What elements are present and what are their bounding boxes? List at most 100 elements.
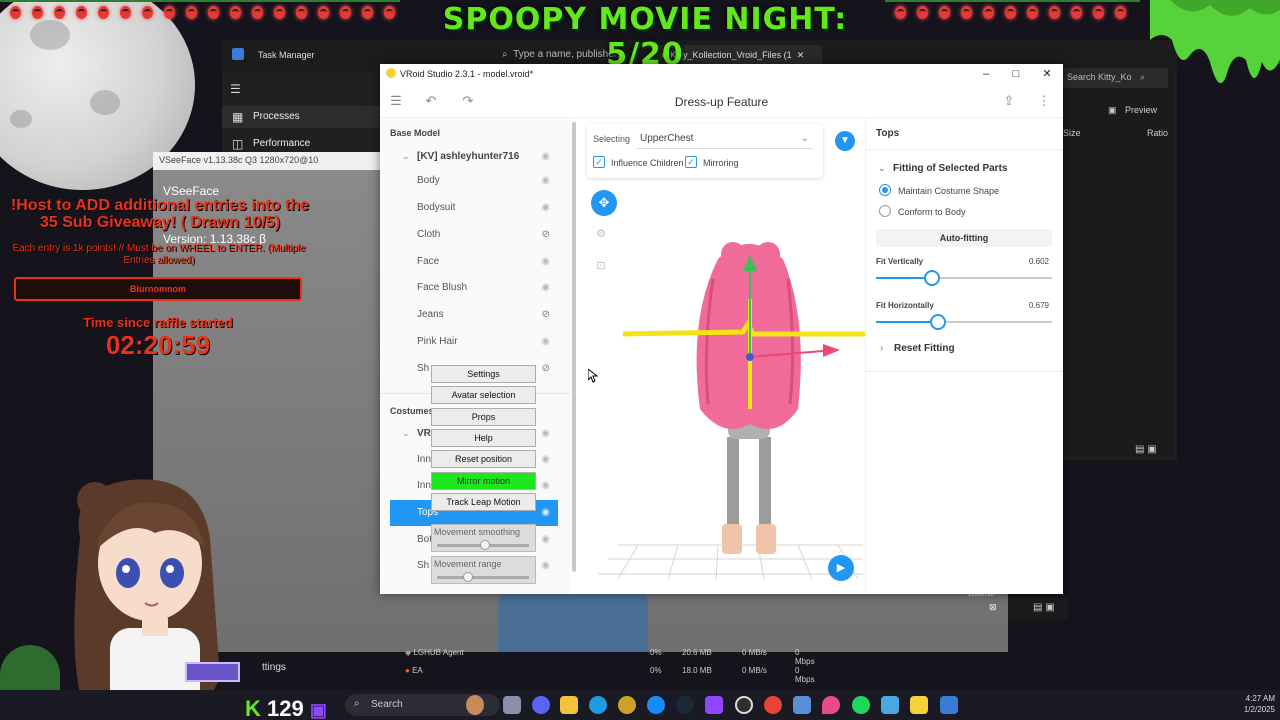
w-app-icon[interactable] (705, 696, 723, 714)
hamburger-icon[interactable]: ☰ (230, 82, 241, 96)
scrollbar-thumb[interactable] (572, 122, 576, 572)
eye-icon[interactable]: ◉ (541, 256, 550, 267)
vroid-icon[interactable] (910, 696, 928, 714)
redo-icon[interactable]: ↷ (460, 93, 476, 109)
props-button[interactable]: Props (431, 408, 536, 426)
eye-off-icon[interactable]: ⊘ (542, 229, 550, 240)
bone-select[interactable]: UpperChest ⌄ (637, 131, 813, 149)
process-row[interactable]: ◆ LGHUB Agent 0% 20.6 MB 0 MB/s 0 Mbps (405, 648, 815, 666)
eye-icon[interactable]: ◉ (541, 454, 550, 465)
tree-item-bodysuit[interactable]: Bodysuit ◉ (390, 195, 558, 221)
clock-date: 1/2/2025 (1243, 705, 1275, 714)
sniping-icon[interactable] (940, 696, 958, 714)
user-avatar[interactable] (466, 695, 484, 715)
move-tool-button[interactable]: ✥ (591, 190, 617, 216)
eye-icon[interactable]: ◉ (541, 282, 550, 293)
chevron-down-icon[interactable]: ⌄ (878, 163, 886, 174)
view-details-icon[interactable]: ▤ ▣ (1033, 602, 1055, 613)
tree-item-jeans[interactable]: Jeans ⊘ (390, 302, 558, 328)
model-viewport[interactable]: ⚙ ⊡ (578, 119, 865, 594)
v-app-icon[interactable] (793, 696, 811, 714)
process-mem: 20.6 MB (682, 648, 712, 657)
vroid-window-title: VRoid Studio 2.3.1 - model.vroid* (400, 69, 534, 79)
tree-item-body[interactable]: Body ◉ (390, 168, 558, 194)
close-button[interactable]: ✕ (1033, 66, 1061, 82)
eye-off-icon[interactable]: ⊘ (542, 363, 550, 374)
reset-fitting-button[interactable]: Reset Fitting (894, 343, 955, 354)
battlenet-icon[interactable] (647, 696, 665, 714)
play-button[interactable]: ▶ (828, 555, 854, 581)
avatar-selection-button[interactable]: Avatar selection (431, 386, 536, 404)
movement-range-control: Movement range (431, 556, 536, 584)
fit-vertically-slider[interactable] (876, 270, 1052, 286)
chevron-down-icon: ⌄ (800, 133, 809, 144)
slider-knob[interactable] (480, 540, 490, 550)
process-name: EA (412, 666, 423, 675)
auto-fitting-button[interactable]: Auto-fitting (876, 229, 1052, 247)
steam-icon[interactable] (676, 696, 694, 714)
file-explorer-icon[interactable] (503, 696, 521, 714)
reset-position-button[interactable]: Reset position (431, 450, 536, 468)
maps-pin-icon[interactable] (822, 696, 840, 714)
maintain-shape-radio[interactable] (879, 184, 891, 196)
settings-button[interactable]: Settings (431, 365, 536, 383)
taskbar-clock[interactable]: 4:27 AM 1/2/2025 (1205, 693, 1275, 715)
discord-icon[interactable] (532, 696, 550, 714)
slider-knob[interactable] (924, 270, 940, 286)
eye-icon[interactable]: ◉ (541, 202, 550, 213)
eye-icon[interactable]: ◉ (541, 534, 550, 545)
tree-scrollbar[interactable] (570, 119, 578, 594)
filter-button[interactable]: ▼ (835, 131, 855, 151)
view-details-icon[interactable]: ▤ ▣ (1135, 444, 1157, 455)
maximize-button[interactable]: □ (1002, 66, 1030, 82)
track-leap-motion-button[interactable]: Track Leap Motion (431, 493, 536, 511)
tree-item-face-blush[interactable]: Face Blush ◉ (390, 275, 558, 301)
slider-knob[interactable] (463, 572, 473, 582)
edge-icon[interactable] (589, 696, 607, 714)
photos-icon[interactable] (881, 696, 899, 714)
eye-icon[interactable]: ◉ (541, 151, 550, 162)
eye-icon[interactable]: ◉ (541, 480, 550, 491)
mirror-motion-button[interactable]: Mirror motion (431, 472, 536, 490)
close-icon[interactable]: ⊠ (989, 602, 997, 613)
more-options-icon[interactable]: ⋮ (1036, 93, 1052, 109)
movement-smoothing-slider[interactable] (437, 540, 529, 550)
tree-item-cloth[interactable]: Cloth ⊘ (390, 222, 558, 248)
tree-item-face[interactable]: Face ◉ (390, 249, 558, 275)
influence-children-checkbox[interactable]: ✓ (593, 156, 605, 168)
banner-title: SPOOPY MOVIE NIGHT: 5/20 (442, 2, 848, 72)
conform-body-radio[interactable] (879, 205, 891, 217)
eye-icon[interactable]: ◉ (541, 336, 550, 347)
eye-icon[interactable]: ◉ (541, 560, 550, 571)
spotify-icon[interactable] (852, 696, 870, 714)
wow-icon[interactable] (618, 696, 636, 714)
slider-knob[interactable] (930, 314, 946, 330)
folder-icon[interactable] (560, 696, 578, 714)
frame-icon[interactable]: ⊡ (593, 259, 609, 275)
fit-horizontally-slider[interactable] (876, 314, 1052, 330)
chrome-icon[interactable] (764, 696, 782, 714)
process-row[interactable]: ● EA 0% 18.0 MB 0 MB/s 0 Mbps (405, 666, 815, 684)
vtuber-avatar (74, 479, 220, 720)
movement-range-slider[interactable] (437, 572, 529, 582)
rotate-icon[interactable]: ⚙ (593, 227, 609, 243)
process-name: LGHUB Agent (413, 648, 464, 657)
obs-icon[interactable] (735, 696, 753, 714)
tree-root-base-model[interactable]: ⌄ [KV] ashleyhunter716 ◉ (390, 144, 558, 170)
movement-range-label: Movement range (434, 559, 502, 569)
eye-off-icon[interactable]: ⊘ (542, 309, 550, 320)
export-icon[interactable]: ⇪ (1001, 93, 1017, 109)
mirroring-checkbox[interactable]: ✓ (685, 156, 697, 168)
eye-icon[interactable]: ◉ (541, 507, 550, 518)
explorer-side-panel: Search Kitty_Ko ⌕ ▣ Preview Size Ratio ▤… (1063, 62, 1173, 457)
undo-icon[interactable]: ↶ (423, 93, 439, 109)
tree-item-label: Face (417, 256, 440, 267)
eye-icon[interactable]: ◉ (541, 428, 550, 439)
fit-vertically-label: Fit Vertically (876, 257, 924, 266)
tree-item-pink-hair[interactable]: Pink Hair ◉ (390, 329, 558, 355)
help-button[interactable]: Help (431, 429, 536, 447)
minimize-button[interactable]: – (972, 66, 1000, 82)
menu-icon[interactable]: ☰ (388, 93, 404, 109)
eye-icon[interactable]: ◉ (541, 175, 550, 186)
vroid-app-icon (386, 68, 396, 78)
